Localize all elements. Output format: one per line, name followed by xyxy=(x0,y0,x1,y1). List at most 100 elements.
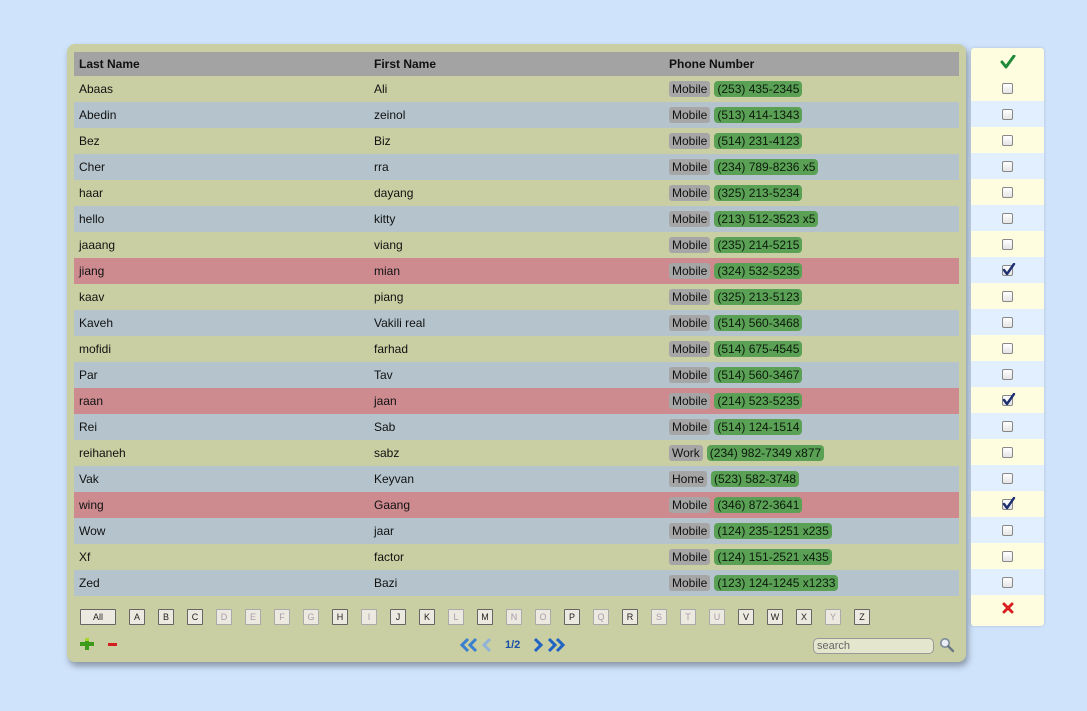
cell-first-name: zeinol xyxy=(374,108,406,122)
letter-filter-f[interactable]: F xyxy=(274,609,290,625)
letter-filter-b[interactable]: B xyxy=(158,609,174,625)
letter-filter-r[interactable]: R xyxy=(622,609,638,625)
row-select-checkbox[interactable] xyxy=(1002,496,1016,510)
cell-last-name: raan xyxy=(79,394,104,408)
row-select-checkbox[interactable] xyxy=(1002,576,1013,588)
table-row[interactable]: Vak Keyvan Home (523) 582-3748 xyxy=(74,466,959,492)
row-select-checkbox[interactable] xyxy=(1002,212,1013,224)
table-row[interactable]: hello kitty Mobile (213) 512-3523 x5 xyxy=(74,206,959,232)
letter-filter-d[interactable]: D xyxy=(216,609,232,625)
table-row[interactable]: Abedin zeinol Mobile (513) 414-1343 xyxy=(74,102,959,128)
row-select-checkbox[interactable] xyxy=(1002,524,1013,536)
table-row[interactable]: Xf factor Mobile (124) 151-2521 x435 xyxy=(74,544,959,570)
table-row[interactable]: jiang mian Mobile (324) 532-5235 xyxy=(74,258,959,284)
letter-filter-z[interactable]: Z xyxy=(854,609,870,625)
add-contact-button[interactable] xyxy=(80,638,94,650)
next-page-button[interactable] xyxy=(532,637,544,653)
letter-filter-g[interactable]: G xyxy=(303,609,319,625)
table-row[interactable]: reihaneh sabz Work (234) 982-7349 x877 xyxy=(74,440,959,466)
row-select-checkbox[interactable] xyxy=(1002,82,1013,94)
letter-filter-o[interactable]: O xyxy=(535,609,551,625)
row-select-checkbox[interactable] xyxy=(1002,134,1013,146)
search-button[interactable] xyxy=(939,637,955,653)
cell-first-name: factor xyxy=(374,550,405,564)
cell-first-name: viang xyxy=(374,238,403,252)
table-row[interactable]: jaaang viang Mobile (235) 214-5215 xyxy=(74,232,959,258)
phone-type-badge: Mobile xyxy=(669,393,711,409)
table-row[interactable]: Abaas Ali Mobile (253) 435-2345 xyxy=(74,76,959,102)
phone-type-badge: Mobile xyxy=(669,419,711,435)
letter-filter-y[interactable]: Y xyxy=(825,609,841,625)
row-select-checkbox[interactable] xyxy=(1002,550,1013,562)
cell-phone: Mobile (346) 872-3641 xyxy=(664,497,959,513)
column-header-last-name[interactable]: Last Name xyxy=(74,57,369,71)
table-row[interactable]: Bez Biz Mobile (514) 231-4123 xyxy=(74,128,959,154)
cell-phone: Mobile (214) 523-5235 xyxy=(664,393,959,409)
row-select-checkbox[interactable] xyxy=(1002,262,1016,276)
table-row[interactable]: mofidi farhad Mobile (514) 675-4545 xyxy=(74,336,959,362)
row-select-checkbox[interactable] xyxy=(1002,238,1013,250)
table-row[interactable]: kaav piang Mobile (325) 213-5123 xyxy=(74,284,959,310)
letter-filter-m[interactable]: M xyxy=(477,609,493,625)
letter-filter-h[interactable]: H xyxy=(332,609,348,625)
letter-filter-n[interactable]: N xyxy=(506,609,522,625)
phone-number-badge: (214) 523-5235 xyxy=(714,393,803,409)
delete-contact-button[interactable] xyxy=(106,638,120,650)
letter-filter-u[interactable]: U xyxy=(709,609,725,625)
letter-filter-w[interactable]: W xyxy=(767,609,783,625)
row-select-cell xyxy=(971,361,1044,387)
table-row[interactable]: raan jaan Mobile (214) 523-5235 xyxy=(74,388,959,414)
confirm-selection-button[interactable] xyxy=(971,49,1044,75)
row-select-checkbox[interactable] xyxy=(1002,472,1013,484)
letter-filter-s[interactable]: S xyxy=(651,609,667,625)
table-row[interactable]: Cher rra Mobile (234) 789-8236 x5 xyxy=(74,154,959,180)
cancel-selection-button[interactable] xyxy=(971,595,1044,621)
first-page-button[interactable] xyxy=(459,637,479,653)
letter-filter-v[interactable]: V xyxy=(738,609,754,625)
row-select-checkbox[interactable] xyxy=(1002,186,1013,198)
checkmark-icon xyxy=(1002,262,1016,275)
table-row[interactable]: haar dayang Mobile (325) 213-5234 xyxy=(74,180,959,206)
letter-filter-x[interactable]: X xyxy=(796,609,812,625)
letter-filter-k[interactable]: K xyxy=(419,609,435,625)
column-header-first-name[interactable]: First Name xyxy=(369,57,664,71)
search-input[interactable] xyxy=(813,638,934,654)
letter-filter-j[interactable]: J xyxy=(390,609,406,625)
chevron-right-icon xyxy=(534,637,544,653)
letter-filter-c[interactable]: C xyxy=(187,609,203,625)
row-select-checkbox[interactable] xyxy=(1002,108,1013,120)
table-row[interactable]: Rei Sab Mobile (514) 124-1514 xyxy=(74,414,959,440)
letter-filter-all[interactable]: All xyxy=(80,609,116,625)
letter-filter-a[interactable]: A xyxy=(129,609,145,625)
table-row[interactable]: Par Tav Mobile (514) 560-3467 xyxy=(74,362,959,388)
table-row[interactable]: Kaveh Vakili real Mobile (514) 560-3468 xyxy=(74,310,959,336)
cell-first-name: jaan xyxy=(374,394,397,408)
phone-type-badge: Mobile xyxy=(669,549,711,565)
row-select-checkbox[interactable] xyxy=(1002,446,1013,458)
letter-filter-t[interactable]: T xyxy=(680,609,696,625)
row-select-checkbox[interactable] xyxy=(1002,160,1013,172)
letter-filter-l[interactable]: L xyxy=(448,609,464,625)
row-select-checkbox[interactable] xyxy=(1002,342,1013,354)
last-page-button[interactable] xyxy=(546,637,566,653)
row-select-cell xyxy=(971,465,1044,491)
row-select-cell xyxy=(971,439,1044,465)
letter-filter-p[interactable]: P xyxy=(564,609,580,625)
row-select-checkbox[interactable] xyxy=(1002,368,1013,380)
checkmark-icon xyxy=(1002,496,1016,509)
column-header-phone[interactable]: Phone Number xyxy=(664,57,959,71)
row-select-checkbox[interactable] xyxy=(1002,316,1013,328)
cell-phone: Mobile (253) 435-2345 xyxy=(664,81,959,97)
letter-filter-e[interactable]: E xyxy=(245,609,261,625)
row-select-checkbox[interactable] xyxy=(1002,420,1013,432)
table-row[interactable]: Zed Bazi Mobile (123) 124-1245 x1233 xyxy=(74,570,959,596)
letter-filter-i[interactable]: I xyxy=(361,609,377,625)
cell-phone: Mobile (514) 124-1514 xyxy=(664,419,959,435)
table-row[interactable]: wing Gaang Mobile (346) 872-3641 xyxy=(74,492,959,518)
prev-page-button[interactable] xyxy=(481,637,493,653)
cell-phone: Work (234) 982-7349 x877 xyxy=(664,445,959,461)
row-select-checkbox[interactable] xyxy=(1002,392,1016,406)
letter-filter-q[interactable]: Q xyxy=(593,609,609,625)
row-select-checkbox[interactable] xyxy=(1002,290,1013,302)
table-row[interactable]: Wow jaar Mobile (124) 235-1251 x235 xyxy=(74,518,959,544)
